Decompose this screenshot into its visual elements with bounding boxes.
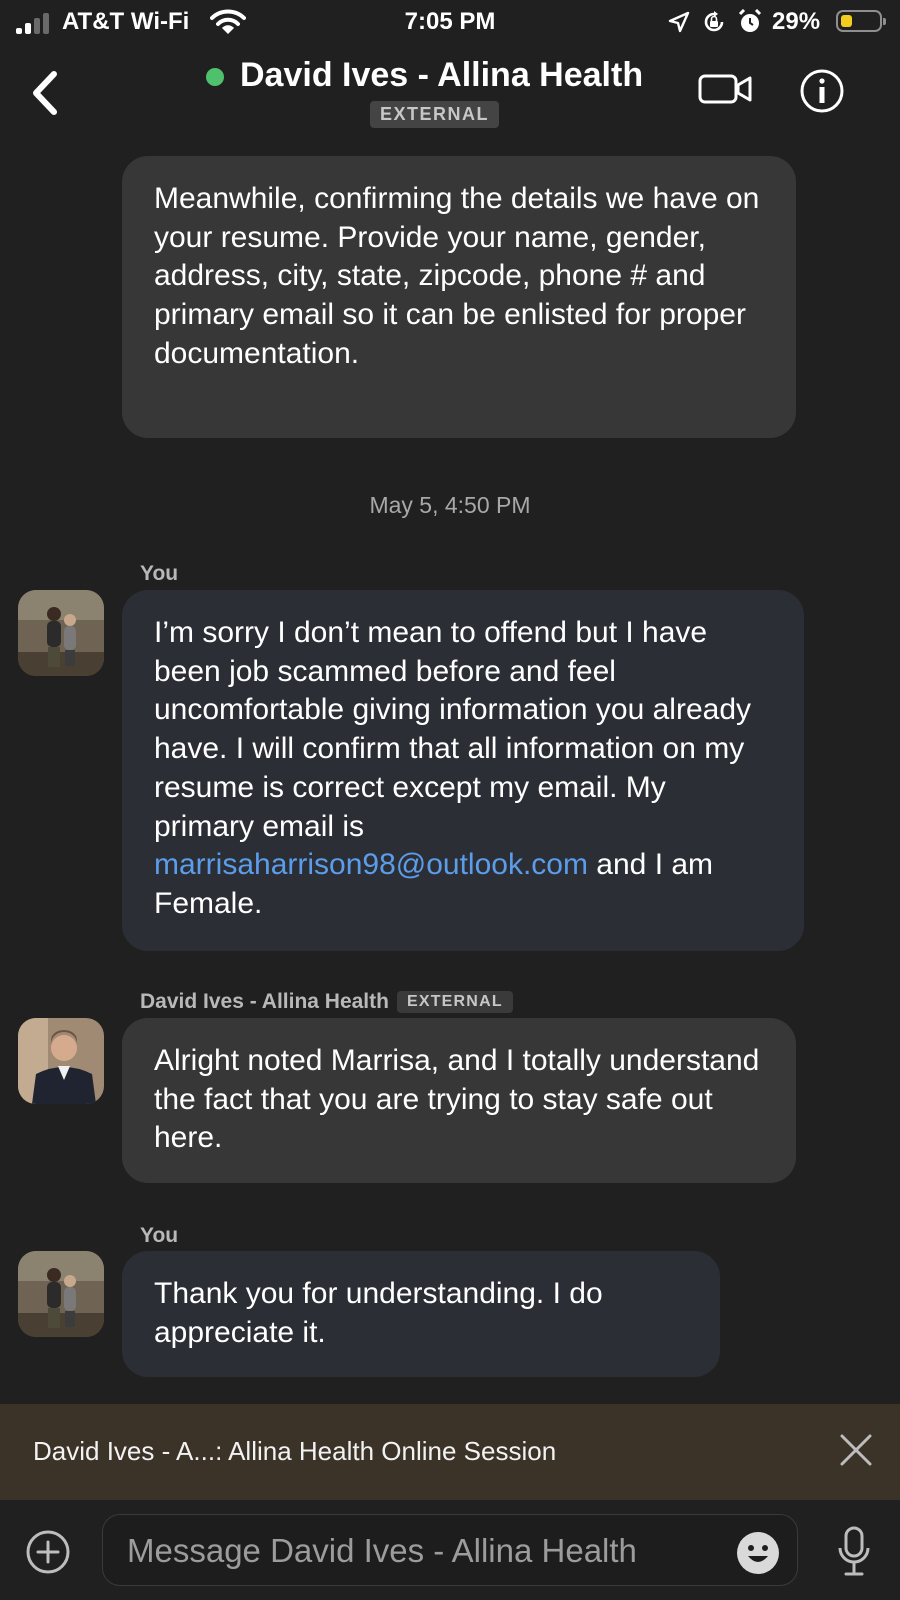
message-bubble: I’m sorry I don’t mean to offend but I h… <box>122 590 804 951</box>
message-text: Alright noted Marrisa, and I totally und… <box>154 1044 760 1155</box>
status-bar: AT&T Wi-Fi 7:05 PM 29% <box>0 0 900 46</box>
message-input[interactable] <box>125 1515 709 1587</box>
back-icon[interactable] <box>26 68 66 118</box>
sender-name: You <box>140 1224 179 1247</box>
rotation-lock-icon <box>704 11 724 32</box>
sender-name: David Ives - Allina Health EXTERNAL <box>140 990 513 1014</box>
message-text: Thank you for understanding. I do apprec… <box>154 1277 603 1349</box>
conversation-title[interactable]: David Ives - Allina Health <box>240 56 643 95</box>
sender-name-text: David Ives - Allina Health <box>140 990 389 1013</box>
message-bubble: Alright noted Marrisa, and I totally und… <box>122 1018 796 1183</box>
battery-icon <box>836 10 886 32</box>
location-icon <box>668 11 690 33</box>
sender-name: You <box>140 562 179 585</box>
avatar[interactable] <box>18 1251 104 1337</box>
status-icons <box>668 8 768 36</box>
message-field[interactable] <box>102 1514 798 1587</box>
message-text: Meanwhile, confirming the details we hav… <box>154 182 760 370</box>
message-composer <box>0 1500 900 1600</box>
info-icon[interactable] <box>799 68 845 114</box>
email-link[interactable]: marrisaharrison98@outlook.com <box>154 848 588 881</box>
external-badge: EXTERNAL <box>370 101 500 128</box>
message-timestamp: May 5, 4:50 PM <box>369 492 531 518</box>
message-bubble: Meanwhile, confirming the details we hav… <box>122 156 796 438</box>
external-badge: EXTERNAL <box>396 991 513 1013</box>
emoji-icon[interactable] <box>735 1530 781 1576</box>
online-session-banner[interactable]: David Ives - A...: Allina Health Online … <box>0 1404 900 1500</box>
avatar[interactable] <box>18 590 104 676</box>
close-icon[interactable] <box>838 1432 874 1468</box>
battery-percentage: 29% <box>772 8 821 35</box>
message-bubble: Thank you for understanding. I do apprec… <box>122 1251 720 1377</box>
alarm-icon <box>738 9 762 32</box>
avatar[interactable] <box>18 1018 104 1104</box>
video-call-icon[interactable] <box>698 72 754 106</box>
presence-indicator <box>206 68 224 86</box>
message-text: I’m sorry I don’t mean to offend but I h… <box>154 616 751 843</box>
banner-text: David Ives - A...: Allina Health Online … <box>33 1436 557 1466</box>
microphone-icon[interactable] <box>836 1526 872 1578</box>
chat-header: David Ives - Allina Health EXTERNAL <box>0 46 900 140</box>
add-icon[interactable] <box>25 1529 71 1575</box>
